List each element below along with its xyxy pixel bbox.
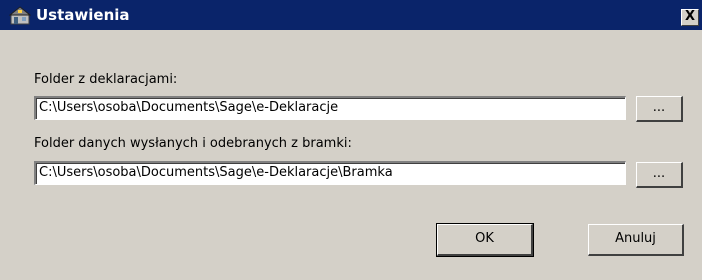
close-button[interactable]: X: [681, 9, 699, 26]
title-bar[interactable]: Ustawienia X: [0, 0, 702, 30]
settings-dialog: Ustawienia X Folder z deklaracjami: C:\U…: [0, 0, 702, 280]
ok-button[interactable]: OK: [436, 223, 534, 257]
cancel-button[interactable]: Anuluj: [588, 224, 684, 256]
gateway-folder-input[interactable]: C:\Users\osoba\Documents\Sage\e-Deklarac…: [34, 161, 626, 185]
close-icon: X: [684, 9, 696, 24]
declarations-folder-input[interactable]: C:\Users\osoba\Documents\Sage\e-Deklarac…: [34, 96, 626, 120]
gateway-browse-button[interactable]: ...: [636, 162, 683, 188]
settings-app-icon: [9, 6, 31, 25]
declarations-browse-button[interactable]: ...: [636, 96, 683, 122]
declarations-folder-label: Folder z deklaracjami:: [34, 72, 178, 87]
gateway-folder-label: Folder danych wysłanych i odebranych z b…: [34, 136, 352, 151]
window-title: Ustawienia: [36, 6, 130, 24]
